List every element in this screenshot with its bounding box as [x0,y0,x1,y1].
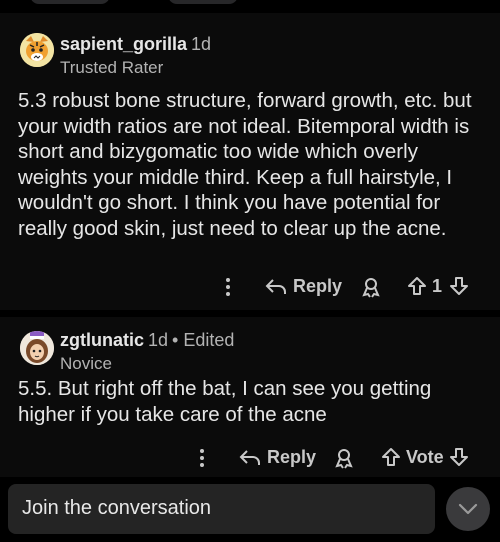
downvote-arrow-icon[interactable] [448,446,470,468]
character-avatar-icon [20,331,54,365]
reply-arrow-icon[interactable] [264,277,288,297]
comment-card: zgtlunatic 1d • Edited Novice 5.5. But rig… [0,317,500,477]
previous-content-strip [0,0,500,11]
upvote-arrow-icon[interactable] [406,275,428,297]
more-vertical-icon[interactable] [224,277,232,297]
more-vertical-icon[interactable] [198,448,206,468]
username[interactable]: sapient_gorilla [60,34,187,54]
expand-button[interactable] [446,487,490,531]
award-icon[interactable] [360,276,382,298]
comment-actions: Reply Vote [0,442,500,472]
comment-header: sapient_gorilla 1d [60,34,211,55]
user-flair: Novice [60,354,112,373]
comment-header: zgtlunatic 1d • Edited [60,330,234,351]
award-icon[interactable] [333,447,355,469]
join-conversation-input[interactable]: Join the conversation [8,484,435,534]
downvote-arrow-icon[interactable] [448,275,470,297]
edited-badge: • Edited [172,330,235,350]
comment-card: sapient_gorilla 1d Trusted Rater 5.3 robu… [0,13,500,310]
comment-body: 5.5. But right off the bat, I can see yo… [18,377,432,426]
previous-action-pill [30,0,110,4]
comment-composer: Join the conversation [0,477,500,542]
reply-button[interactable]: Reply [293,276,342,297]
previous-action-pill [168,0,238,4]
reply-arrow-icon[interactable] [238,448,262,468]
vote-label: Vote [406,447,444,467]
tiger-avatar-icon [20,33,54,67]
avatar[interactable] [20,33,54,67]
comment-actions: Reply 1 [0,271,500,301]
chevron-down-icon [458,503,478,515]
username[interactable]: zgtlunatic [60,330,144,350]
vote-count: 1 [432,276,443,296]
comment-age: 1d [191,34,212,54]
avatar[interactable] [20,331,54,365]
comment-body: 5.3 robust bone structure, forward growt… [18,89,472,240]
user-flair: Trusted Rater [60,58,164,77]
comment-age: 1d [148,330,169,350]
upvote-arrow-icon[interactable] [380,446,402,468]
reply-button[interactable]: Reply [267,447,316,468]
input-placeholder: Join the conversation [22,497,212,519]
